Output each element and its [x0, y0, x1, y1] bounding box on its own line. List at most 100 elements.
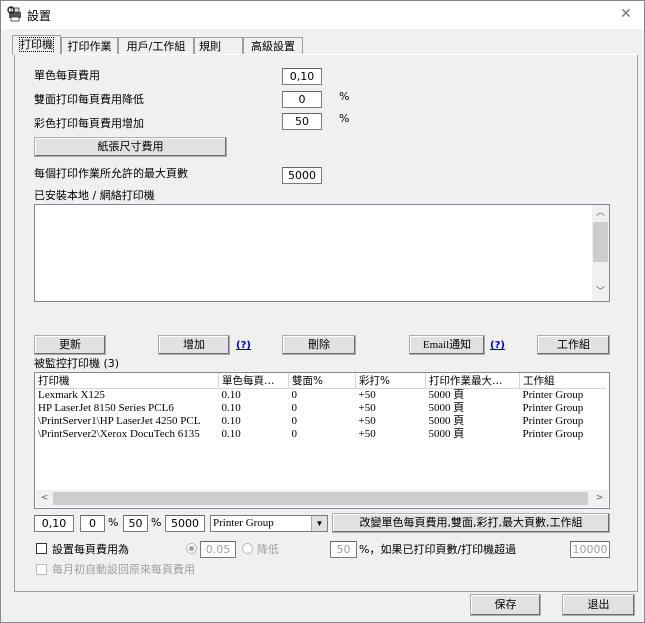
- max-cell: 5000 頁: [428, 415, 465, 427]
- max-pages-input[interactable]: 5000: [282, 167, 322, 184]
- cost-cell: 0.10: [221, 389, 241, 401]
- group-cell: Printer Group: [522, 389, 584, 401]
- settings-window: 設置 ✕ 打印機 打印作業 用戶/工作組 規則 高級設置 單色每頁費用 0,10…: [0, 0, 645, 623]
- printer-settings-icon: [7, 6, 21, 22]
- max-cell: 5000 頁: [428, 428, 465, 440]
- group-cell: Printer Group: [522, 402, 584, 414]
- column-header[interactable]: 彩打%: [355, 373, 426, 389]
- edit-color-percent: %: [151, 516, 162, 529]
- reduce-radio[interactable]: [242, 543, 253, 554]
- refresh-button[interactable]: 更新: [34, 335, 106, 355]
- tab-advanced[interactable]: 高級設置: [243, 37, 303, 54]
- group-select-value: Printer Group: [213, 517, 274, 529]
- add-button[interactable]: 增加: [158, 335, 230, 355]
- tab-print-jobs[interactable]: 打印作業: [61, 37, 118, 54]
- column-header[interactable]: 打印機: [35, 373, 219, 389]
- monitored-printers-table[interactable]: 打印機 單色每頁… 雙面% 彩打% 打印作業最大… 工作組 Lexmark X1…: [34, 372, 610, 509]
- tab-printers[interactable]: 打印機: [12, 35, 61, 55]
- max-pages-label: 每個打印作業所允許的最大頁數: [34, 167, 188, 180]
- window-title: 設置: [27, 9, 52, 23]
- threshold-label: %，如果已打印頁數/打印機超過: [359, 543, 517, 556]
- rate-radio[interactable]: [186, 543, 197, 554]
- mono-cost-label: 單色每頁費用: [34, 69, 100, 82]
- reduce-label: 降低: [257, 543, 279, 556]
- color-cell: +50: [358, 389, 376, 401]
- change-settings-button[interactable]: 改變單色每頁費用,雙面,彩打,最大頁數,工作組: [332, 513, 610, 533]
- installed-printers-label: 已安裝本地 / 網絡打印機: [34, 189, 155, 202]
- max-cell: 5000 頁: [428, 389, 465, 401]
- installed-printers-list[interactable]: ︿ ﹀: [34, 204, 610, 302]
- duplex-cell: 0: [291, 415, 298, 427]
- max-cell: 5000 頁: [428, 402, 465, 414]
- monthly-reset-checkbox[interactable]: [36, 564, 47, 575]
- printer-name-cell: HP LaserJet 8150 Series PCL6: [38, 402, 174, 414]
- color-input[interactable]: 50: [282, 113, 322, 130]
- edit-cost-input[interactable]: 0,10: [34, 515, 74, 532]
- edit-max-input[interactable]: 5000: [165, 515, 205, 532]
- scroll-down-icon[interactable]: ﹀: [592, 284, 609, 301]
- exit-button[interactable]: 退出: [562, 594, 635, 616]
- paper-size-cost-button[interactable]: 紙張尺寸費用: [34, 137, 227, 157]
- duplex-input[interactable]: 0: [282, 91, 322, 108]
- tab-users-groups[interactable]: 用戶/工作組: [118, 37, 194, 54]
- column-header[interactable]: 打印作業最大…: [425, 373, 520, 389]
- edit-color-input[interactable]: 50: [123, 515, 148, 532]
- printer-name-cell: \PrintServer2\Xerox DocuTech 6135: [38, 428, 200, 440]
- printer-name-cell: Lexmark X125: [38, 389, 105, 401]
- table-horizontal-scrollbar[interactable]: < >: [36, 490, 608, 507]
- cost-cell: 0.10: [221, 428, 241, 440]
- scroll-up-icon[interactable]: ︿: [592, 205, 609, 222]
- duplex-cell: 0: [291, 428, 298, 440]
- add-help-link[interactable]: (?): [236, 340, 251, 351]
- printers-grid: 打印機 單色每頁… 雙面% 彩打% 打印作業最大… 工作組 Lexmark X1…: [35, 373, 606, 441]
- set-cost-label: 設置每頁費用為: [52, 543, 129, 556]
- monitored-printers-label: 被監控打印機 (3): [34, 357, 120, 370]
- delete-button[interactable]: 刪除: [282, 335, 356, 355]
- reduce-input[interactable]: 50: [330, 541, 357, 558]
- scroll-left-icon[interactable]: <: [36, 490, 53, 507]
- group-cell: Printer Group: [522, 428, 584, 440]
- cost-cell: 0.10: [221, 415, 241, 427]
- table-row[interactable]: Lexmark X125 0.10 0 +50 5000 頁 Printer G…: [35, 389, 606, 403]
- dropdown-arrow-icon[interactable]: ▼: [311, 516, 327, 531]
- cost-cell: 0.10: [221, 402, 241, 414]
- color-cell: +50: [358, 402, 376, 414]
- table-row[interactable]: \PrintServer2\Xerox DocuTech 6135 0.10 0…: [35, 428, 606, 441]
- color-percent: %: [339, 112, 350, 125]
- tab-label: 打印機: [19, 37, 54, 52]
- group-select[interactable]: Printer Group ▼: [210, 515, 328, 532]
- title-bar: 設置 ✕: [1, 1, 644, 29]
- printers-panel: [14, 54, 638, 592]
- save-button[interactable]: 保存: [470, 594, 541, 616]
- printer-name-cell: \PrintServer1\HP LaserJet 4250 PCL: [38, 415, 201, 427]
- column-header[interactable]: 工作組: [519, 373, 606, 389]
- color-cell: +50: [358, 428, 376, 440]
- rate-input[interactable]: 0.05: [200, 541, 236, 558]
- color-cell: +50: [358, 415, 376, 427]
- table-row[interactable]: \PrintServer1\HP LaserJet 4250 PCL 0.10 …: [35, 415, 606, 428]
- threshold-input[interactable]: 10000: [570, 541, 610, 558]
- edit-duplex-input[interactable]: 0: [80, 515, 105, 532]
- edit-duplex-percent: %: [108, 516, 119, 529]
- duplex-cell: 0: [291, 402, 298, 414]
- scroll-right-icon[interactable]: >: [591, 490, 608, 507]
- group-cell: Printer Group: [522, 415, 584, 427]
- tab-rules[interactable]: 規則: [194, 37, 243, 54]
- scroll-thumb[interactable]: [53, 492, 588, 505]
- mono-cost-input[interactable]: 0,10: [282, 68, 322, 85]
- table-header-row: 打印機 單色每頁… 雙面% 彩打% 打印作業最大… 工作組: [35, 373, 606, 389]
- duplex-percent: %: [339, 90, 350, 103]
- set-cost-checkbox[interactable]: [36, 543, 47, 554]
- close-icon[interactable]: ✕: [616, 5, 636, 23]
- scroll-thumb[interactable]: [593, 222, 608, 262]
- color-label: 彩色打印每頁費用增加: [34, 117, 144, 130]
- duplex-cell: 0: [291, 389, 298, 401]
- email-notify-button[interactable]: Email通知: [409, 335, 485, 355]
- workgroup-button[interactable]: 工作組: [537, 335, 610, 355]
- column-header[interactable]: 單色每頁…: [218, 373, 289, 389]
- duplex-label: 雙面打印每頁費用降低: [34, 93, 144, 106]
- installed-printers-scrollbar[interactable]: ︿ ﹀: [592, 205, 609, 301]
- email-help-link[interactable]: (?): [490, 340, 505, 351]
- column-header[interactable]: 雙面%: [288, 373, 356, 389]
- table-row[interactable]: HP LaserJet 8150 Series PCL6 0.10 0 +50 …: [35, 402, 606, 415]
